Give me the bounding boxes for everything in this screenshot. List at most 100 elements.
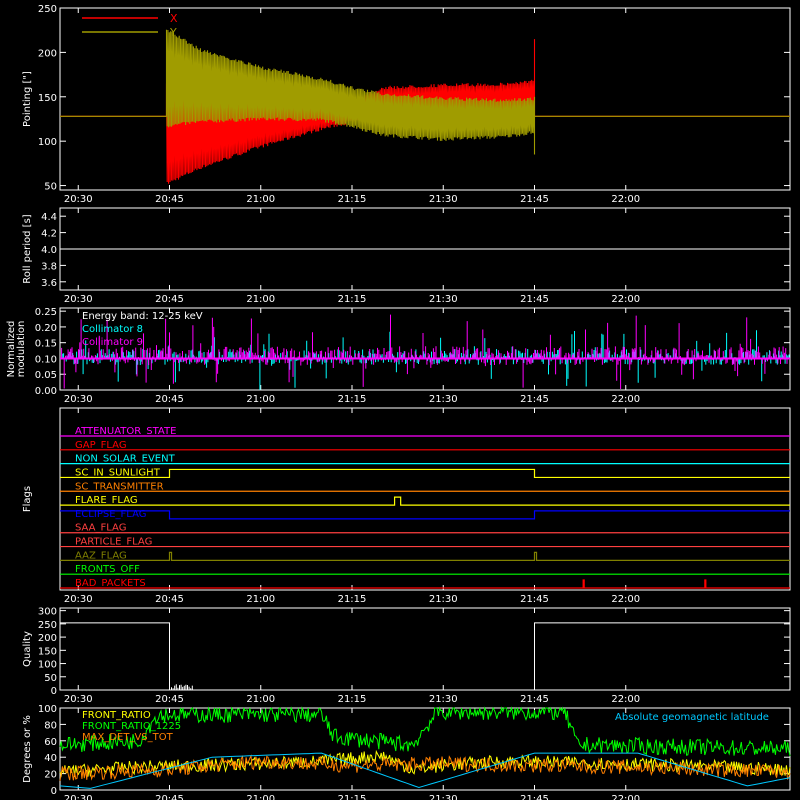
ratios-xtick-label: 20:45 bbox=[155, 794, 184, 800]
ratios-xtick-label: 20:30 bbox=[64, 794, 93, 800]
quality-ytick-label: 250 bbox=[38, 620, 57, 631]
flags-xtick-label: 20:30 bbox=[64, 594, 93, 605]
flag-line bbox=[60, 551, 790, 561]
flags-xtick-label: 21:30 bbox=[429, 594, 458, 605]
roll-ytick-label: 4.2 bbox=[41, 229, 57, 240]
ratio-legend-label: MAX_DET_VS_TOT bbox=[82, 732, 174, 743]
modulation-ytick-label: 0.20 bbox=[35, 323, 57, 334]
chart-stage: 20:30 20:45 21:00 21:15 21:30 21:45 22:00 50 100… bbox=[0, 0, 800, 800]
quality-xtick-label: 21:45 bbox=[520, 694, 549, 705]
roll-ytick-label: 4.4 bbox=[41, 212, 57, 223]
quality-xtick-label: 20:30 bbox=[64, 694, 93, 705]
modulation-annotation: Energy band: 12-25 keV bbox=[82, 311, 203, 322]
pointing-xtick-label: 21:00 bbox=[246, 194, 275, 205]
roll-xtick-label: 20:45 bbox=[155, 294, 184, 305]
modulation-ytick-label: 0.10 bbox=[35, 354, 57, 365]
pointing-ytick-label: 100 bbox=[38, 137, 57, 148]
modulation-xtick-label: 21:30 bbox=[429, 394, 458, 405]
flag-label: SC_IN_SUNLIGHT bbox=[75, 467, 161, 478]
roll-ylabel: Roll period [s] bbox=[22, 214, 33, 283]
quality-xtick-label: 21:15 bbox=[338, 694, 367, 705]
flags-xtick-label: 21:45 bbox=[520, 594, 549, 605]
modulation-series-collimator-9 bbox=[61, 314, 791, 389]
flags-xtick-label: 22:00 bbox=[611, 594, 640, 605]
flag-label: NON_SOLAR_EVENT bbox=[75, 454, 176, 465]
ratio-annotation: Absolute geomagnetic latitude bbox=[615, 712, 769, 723]
pointing-ytick-label: 250 bbox=[38, 4, 57, 15]
ratios-xtick-label: 21:45 bbox=[520, 794, 549, 800]
quality-ytick-label: 100 bbox=[38, 660, 57, 671]
ratios-ytick-label: 60 bbox=[44, 737, 57, 748]
ratios-ylabel: Degrees or % bbox=[22, 715, 33, 783]
flag-label: FLARE_FLAG bbox=[75, 495, 138, 506]
ratio-legend-label: FRONT_RATIO_1225 bbox=[82, 721, 181, 732]
pointing-ytick-label: 200 bbox=[38, 48, 57, 59]
quality-ytick-label: 300 bbox=[38, 607, 57, 618]
roll-ytick-label: 3.6 bbox=[41, 278, 57, 289]
quality-xtick-label: 22:00 bbox=[611, 694, 640, 705]
pointing-xtick-label: 21:45 bbox=[520, 194, 549, 205]
modulation-ytick-label: 0.15 bbox=[35, 339, 57, 350]
ratios-xtick-label: 21:30 bbox=[429, 794, 458, 800]
pointing-legend-label: X bbox=[170, 12, 178, 25]
flag-line bbox=[60, 468, 790, 479]
ratios-xtick-label: 22:00 bbox=[611, 794, 640, 800]
modulation-ytick-label: 0.00 bbox=[35, 386, 57, 397]
roll-ytick-label: 4.0 bbox=[41, 245, 57, 256]
pointing-ylabel: Pointing ["] bbox=[22, 71, 33, 127]
modulation-ytick-label: 0.05 bbox=[35, 370, 57, 381]
quality-ytick-label: 0 bbox=[51, 686, 57, 697]
flag-line bbox=[60, 510, 790, 520]
ratios-xtick-label: 21:15 bbox=[338, 794, 367, 800]
flags-xtick-label: 20:45 bbox=[155, 594, 184, 605]
ratios-ytick-label: 0 bbox=[51, 786, 57, 797]
modulation-xtick-label: 21:45 bbox=[520, 394, 549, 405]
quality-ytick-label: 150 bbox=[38, 646, 57, 657]
modulation-xtick-label: 21:00 bbox=[246, 394, 275, 405]
modulation-ytick-label: 0.25 bbox=[35, 307, 57, 318]
flags-xtick-label: 21:15 bbox=[338, 594, 367, 605]
pointing-xtick-label: 22:00 bbox=[611, 194, 640, 205]
quality-xtick-label: 21:30 bbox=[429, 694, 458, 705]
roll-xtick-label: 21:30 bbox=[429, 294, 458, 305]
ratios-ytick-label: 100 bbox=[38, 704, 57, 715]
stix-quicklook-chart: 20:30 20:45 21:00 21:15 21:30 21:45 22:00 50 100… bbox=[6, 4, 791, 800]
quality-ytick-label: 50 bbox=[44, 673, 57, 684]
pointing-xtick-label: 20:30 bbox=[64, 194, 93, 205]
pointing-legend-label: Y bbox=[169, 26, 177, 39]
modulation-legend-label: Collimator 8 bbox=[82, 324, 143, 335]
modulation-legend-label: Collimator 9 bbox=[82, 337, 143, 348]
ratios-xtick-label: 21:00 bbox=[246, 794, 275, 800]
pointing-xtick-label: 21:15 bbox=[338, 194, 367, 205]
flag-label: GAP_FLAG bbox=[75, 440, 127, 451]
ratios-ytick-label: 80 bbox=[44, 720, 57, 731]
quality-xtick-label: 21:00 bbox=[246, 694, 275, 705]
quality-xtick-label: 20:45 bbox=[155, 694, 184, 705]
flag-line bbox=[60, 496, 790, 506]
roll-xtick-label: 21:00 bbox=[246, 294, 275, 305]
ratio-legend-label: FRONT_RATIO bbox=[82, 710, 151, 721]
quality-ytick-label: 200 bbox=[38, 633, 57, 644]
modulation-ylabel: modulation bbox=[16, 321, 27, 378]
modulation-xtick-label: 21:15 bbox=[338, 394, 367, 405]
pointing-xtick-label: 21:30 bbox=[429, 194, 458, 205]
pointing-xtick-label: 20:45 bbox=[155, 194, 184, 205]
ratios-ytick-label: 20 bbox=[44, 770, 57, 781]
modulation-xtick-label: 20:30 bbox=[64, 394, 93, 405]
ratios-ytick-label: 40 bbox=[44, 753, 57, 764]
roll-ytick-label: 3.8 bbox=[41, 261, 57, 272]
quality-line bbox=[60, 622, 790, 691]
pointing-ytick-label: 150 bbox=[38, 93, 57, 104]
roll-xtick-label: 22:00 bbox=[611, 294, 640, 305]
quality-ylabel: Quality bbox=[22, 631, 33, 667]
quality-spikes bbox=[171, 684, 193, 690]
flag-label: PARTICLE_FLAG bbox=[75, 537, 152, 548]
roll-xtick-label: 21:15 bbox=[338, 294, 367, 305]
roll-xtick-label: 21:45 bbox=[520, 294, 549, 305]
flag-label: SAA_FLAG bbox=[75, 523, 126, 534]
flag-label: FRONTS_OFF bbox=[75, 564, 140, 575]
roll-xtick-label: 20:30 bbox=[64, 294, 93, 305]
flag-label: BAD_PACKETS bbox=[75, 578, 146, 589]
flag-label: SC_TRANSMITTER bbox=[75, 481, 164, 492]
pointing-ytick-label: 50 bbox=[44, 182, 57, 193]
